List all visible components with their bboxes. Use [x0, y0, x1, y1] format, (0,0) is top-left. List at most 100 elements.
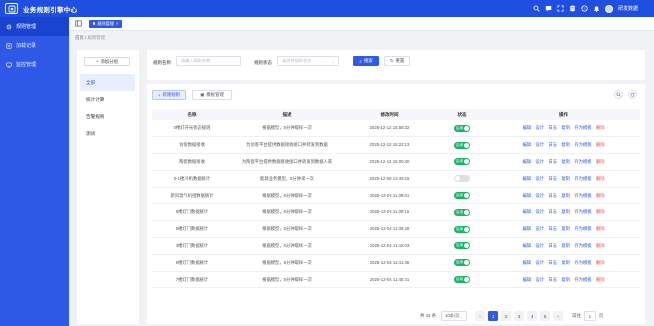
save-template-link[interactable]: 存为模板 [574, 243, 591, 248]
copy-link[interactable]: 复制 [561, 176, 570, 181]
search-toggle-button[interactable] [614, 90, 623, 99]
edit-link[interactable]: 编辑 [522, 159, 531, 164]
status-switch[interactable]: 启用 [454, 225, 470, 233]
design-link[interactable]: 设计 [535, 277, 544, 282]
group-item-stats[interactable]: 统计计算 [80, 91, 135, 108]
copy-link[interactable]: 复制 [561, 243, 570, 248]
page-size-select[interactable]: 10条/页 ⌄ [441, 311, 468, 321]
tab-rule-management[interactable]: 规则管理 × [89, 19, 123, 28]
log-link[interactable]: 日志 [548, 176, 557, 181]
avatar[interactable] [604, 4, 613, 13]
design-link[interactable]: 设计 [535, 209, 544, 214]
next-page-button[interactable]: › [553, 311, 564, 321]
log-link[interactable]: 日志 [548, 243, 557, 248]
save-template-link[interactable]: 存为模板 [574, 125, 591, 130]
log-link[interactable]: 日志 [548, 226, 557, 231]
edit-link[interactable]: 编辑 [522, 176, 531, 181]
delete-link[interactable]: 删除 [596, 125, 605, 130]
edit-link[interactable]: 编辑 [522, 260, 531, 265]
log-link[interactable]: 日志 [548, 209, 557, 214]
username[interactable]: 研发数据 [618, 5, 638, 12]
copy-link[interactable]: 复制 [561, 277, 570, 282]
add-group-button[interactable]: + 添加分组 [84, 57, 130, 66]
log-link[interactable]: 日志 [548, 260, 557, 265]
page-button[interactable]: 3 [514, 311, 525, 321]
design-link[interactable]: 设计 [535, 226, 544, 231]
edit-link[interactable]: 编辑 [522, 125, 531, 130]
save-template-link[interactable]: 存为模板 [574, 226, 591, 231]
copy-link[interactable]: 复制 [561, 125, 570, 130]
save-template-link[interactable]: 存为模板 [574, 260, 591, 265]
log-link[interactable]: 日志 [548, 159, 557, 164]
design-link[interactable]: 设计 [535, 260, 544, 265]
design-link[interactable]: 设计 [535, 142, 544, 147]
delete-link[interactable]: 删除 [596, 209, 605, 214]
copy-link[interactable]: 复制 [561, 260, 570, 265]
group-item-test[interactable]: 测试 [80, 125, 135, 142]
delete-link[interactable]: 删除 [596, 226, 605, 231]
group-item-all[interactable]: 全部 [80, 74, 135, 91]
log-link[interactable]: 日志 [548, 142, 557, 147]
refresh-button[interactable] [628, 90, 637, 99]
rule-name-input[interactable]: 请输入规则名称 [176, 56, 241, 66]
page-button[interactable]: 5 [540, 311, 551, 321]
page-button[interactable]: 1 [488, 311, 499, 321]
edit-link[interactable]: 编辑 [522, 243, 531, 248]
template-manage-button[interactable]: ▣ 模板管理 [192, 90, 232, 100]
delete-link[interactable]: 删除 [596, 243, 605, 248]
bell-icon[interactable] [593, 5, 600, 12]
breadcrumb-home[interactable]: 首页 [75, 35, 84, 40]
reset-button[interactable]: ↻ 重置 [384, 56, 410, 66]
edit-link[interactable]: 编辑 [522, 193, 531, 198]
design-link[interactable]: 设计 [535, 125, 544, 130]
prev-page-button[interactable]: ‹ [475, 311, 486, 321]
sidebar-item-monitor[interactable]: 监控管理 [0, 55, 69, 74]
sidebar-item-rules[interactable]: 规则管理 [0, 17, 69, 36]
copy-link[interactable]: 复制 [561, 193, 570, 198]
delete-link[interactable]: 删除 [596, 193, 605, 198]
status-switch[interactable]: 启用 [454, 242, 470, 250]
status-switch[interactable] [454, 175, 470, 183]
status-switch[interactable]: 启用 [454, 158, 470, 166]
status-switch[interactable]: 启用 [454, 192, 470, 200]
design-link[interactable]: 设计 [535, 243, 544, 248]
status-switch[interactable]: 启用 [454, 208, 470, 216]
goto-page-input[interactable]: 1 [583, 311, 596, 321]
save-template-link[interactable]: 存为模板 [574, 277, 591, 282]
group-item-alarm[interactable]: 告警规则 [80, 108, 135, 125]
edit-link[interactable]: 编辑 [522, 142, 531, 147]
save-template-link[interactable]: 存为模板 [574, 159, 591, 164]
delete-link[interactable]: 删除 [596, 142, 605, 147]
edit-link[interactable]: 编辑 [522, 226, 531, 231]
rule-status-select[interactable]: 请选择规则状态 ⌄ [277, 56, 339, 66]
fullscreen-icon[interactable] [557, 5, 564, 12]
status-switch[interactable]: 启用 [454, 259, 470, 267]
delete-link[interactable]: 删除 [596, 176, 605, 181]
copy-link[interactable]: 复制 [561, 209, 570, 214]
log-link[interactable]: 日志 [548, 277, 557, 282]
search-icon[interactable] [533, 5, 540, 12]
save-template-link[interactable]: 存为模板 [574, 193, 591, 198]
delete-link[interactable]: 删除 [596, 260, 605, 265]
log-link[interactable]: 日志 [548, 193, 557, 198]
design-link[interactable]: 设计 [535, 193, 544, 198]
copy-link[interactable]: 复制 [561, 226, 570, 231]
log-link[interactable]: 日志 [548, 125, 557, 130]
menu-collapse-icon[interactable] [75, 20, 82, 27]
help-icon[interactable]: ? [581, 5, 588, 12]
status-switch[interactable]: 启用 [454, 141, 470, 149]
sidebar-item-records[interactable]: 加载记录 [0, 36, 69, 55]
save-template-link[interactable]: 存为模板 [574, 209, 591, 214]
edit-link[interactable]: 编辑 [522, 209, 531, 214]
status-switch[interactable]: 启用 [454, 124, 470, 132]
page-button[interactable]: 2 [501, 311, 512, 321]
document-icon[interactable] [569, 5, 576, 12]
close-icon[interactable]: × [116, 21, 118, 26]
edit-link[interactable]: 编辑 [522, 277, 531, 282]
page-button[interactable]: 4 [527, 311, 538, 321]
save-template-link[interactable]: 存为模板 [574, 142, 591, 147]
delete-link[interactable]: 删除 [596, 277, 605, 282]
design-link[interactable]: 设计 [535, 159, 544, 164]
create-rule-button[interactable]: + 新建规则 [152, 90, 186, 100]
status-switch[interactable]: 启用 [454, 276, 470, 284]
